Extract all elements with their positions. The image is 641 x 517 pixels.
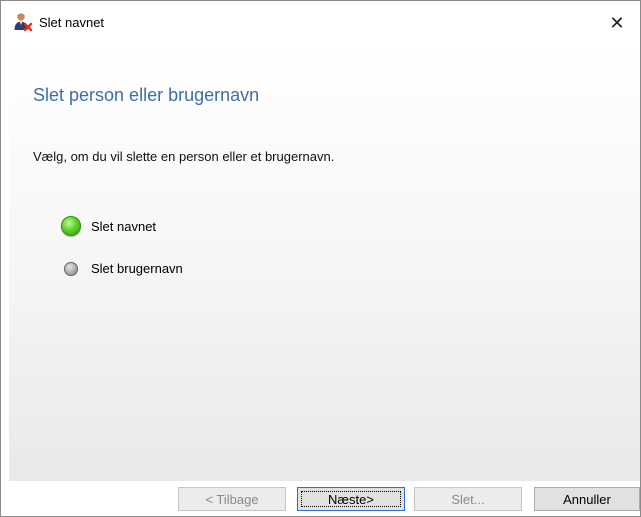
focus-rectangle bbox=[301, 491, 401, 507]
button-bar: < Tilbage Næste> Slet... Annuller bbox=[1, 481, 640, 516]
option-delete-name[interactable]: Slet navnet bbox=[61, 216, 156, 236]
option-delete-username[interactable]: Slet brugernavn bbox=[61, 261, 183, 276]
cancel-button[interactable]: Annuller bbox=[534, 487, 640, 511]
option-label: Slet brugernavn bbox=[91, 261, 183, 276]
close-button[interactable]: ✕ bbox=[594, 1, 640, 45]
option-label: Slet navnet bbox=[91, 218, 157, 234]
back-button[interactable]: < Tilbage bbox=[178, 487, 286, 511]
page-heading: Slet person eller brugernavn bbox=[33, 85, 260, 105]
wizard-content: Slet person eller brugernavn Vælg, om du… bbox=[9, 45, 640, 481]
wizard-window: Slet navnet ✕ Slet person eller brugerna… bbox=[0, 0, 641, 517]
next-button[interactable]: Næste> bbox=[297, 487, 405, 511]
radio-selected-icon[interactable] bbox=[61, 216, 81, 236]
close-icon: ✕ bbox=[609, 12, 625, 33]
title-bar: Slet navnet ✕ bbox=[1, 1, 640, 45]
delete-user-icon bbox=[13, 12, 33, 32]
delete-button[interactable]: Slet... bbox=[414, 487, 522, 511]
radio-unselected-icon[interactable] bbox=[64, 261, 78, 276]
window-title: Slet navnet bbox=[39, 15, 105, 30]
instruction-text: Vælg, om du vil slette en person eller e… bbox=[33, 149, 335, 164]
